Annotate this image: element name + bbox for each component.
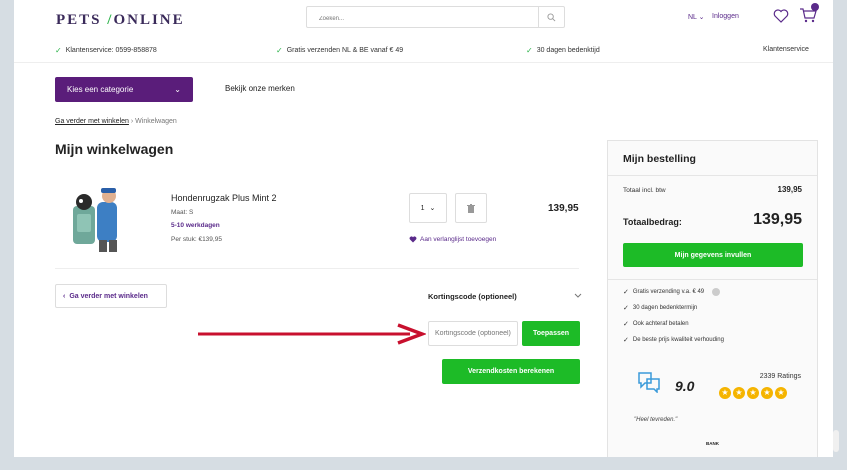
brands-link[interactable]: Bekijk onze merken [225, 84, 295, 93]
usp-return: ✓ 30 dagen bedenktijd [526, 46, 600, 55]
product-size: Maat: S [171, 209, 194, 216]
star-icon: ★ [775, 387, 787, 399]
product-image[interactable] [69, 184, 129, 254]
customer-service-link[interactable]: Klantenservice [763, 46, 809, 53]
product-price: 139,95 [548, 203, 579, 214]
check-icon: ✓ [623, 305, 629, 312]
star-icon: ★ [747, 387, 759, 399]
order-usp-text: De beste prijs kwaliteit verhouding [632, 337, 724, 343]
logo-text-left: PETS [56, 12, 102, 28]
breadcrumb-continue-link[interactable]: Ga verder met winkelen [55, 118, 129, 125]
order-usp: ✓ Ook achteraf betalen [623, 320, 689, 328]
heart-icon [409, 236, 417, 243]
page: PETS /ONLINE NL ⌄ Inloggen ✓Klantenservi… [14, 0, 833, 457]
rating-stars: ★ ★ ★ ★ ★ [719, 387, 787, 399]
checkout-button[interactable]: Mijn gegevens invullen [623, 243, 803, 267]
product-unit-price: Per stuk: €139,95 [171, 236, 222, 243]
logo[interactable]: PETS /ONLINE [56, 12, 185, 29]
order-usp-text: Ook achteraf betalen [632, 321, 689, 327]
product-name[interactable]: Hondenrugzak Plus Mint 2 [171, 193, 277, 203]
login-link[interactable]: Inloggen [712, 13, 739, 20]
language-label: NL [688, 14, 697, 21]
coupon-toggle[interactable]: Kortingscode (optioneel) [428, 292, 517, 301]
check-icon: ✓ [55, 46, 62, 55]
trash-icon [467, 203, 475, 213]
star-icon: ★ [733, 387, 745, 399]
divider [608, 175, 817, 176]
chevron-left-icon: ‹ [63, 292, 66, 300]
order-usp-text: 30 dagen bedenktermijn [632, 305, 698, 311]
search-button[interactable] [538, 7, 564, 27]
rating-score: 9.0 [675, 378, 695, 394]
continue-shopping-label: Ga verder met winkelen [69, 292, 148, 300]
arrow-annotation-icon [198, 323, 426, 345]
cart-badge [811, 3, 819, 11]
order-usp: ✓ 30 dagen bedenktermijn [623, 304, 697, 312]
divider [608, 279, 817, 280]
continue-shopping-button[interactable]: ‹ Ga verder met winkelen [55, 284, 167, 308]
quantity-select[interactable]: 1 ⌄ [409, 193, 447, 223]
star-icon: ★ [719, 387, 731, 399]
logo-text-right: ONLINE [113, 12, 185, 28]
scrollbar[interactable] [833, 430, 839, 452]
header: PETS /ONLINE NL ⌄ Inloggen [14, 0, 833, 34]
usp-text: Gratis verzenden NL & BE vanaf € 49 [286, 47, 404, 54]
check-icon: ✓ [623, 321, 629, 328]
chevron-down-icon[interactable] [574, 291, 582, 299]
remove-item-button[interactable] [455, 193, 487, 223]
wishlist-label: Aan verlanglijst toevoegen [420, 236, 497, 243]
total-label: Totaalbedrag: [623, 217, 682, 227]
check-icon: ✓ [623, 337, 629, 344]
breadcrumb: Ga verder met winkelen › Winkelwagen [55, 118, 177, 125]
order-usp: ✓ Gratis verzending v.a. € 49 [623, 288, 721, 296]
info-icon[interactable] [712, 288, 721, 296]
order-usp: ✓ De beste prijs kwaliteit verhouding [623, 336, 724, 344]
rating-count: 2339 Ratings [759, 373, 801, 380]
heart-icon[interactable] [773, 9, 789, 23]
search-bar [306, 6, 565, 29]
chevron-down-icon: ⌄ [698, 14, 705, 21]
star-icon: ★ [761, 387, 773, 399]
chevron-down-icon: ⌄ [174, 85, 181, 94]
review-quote: "Heel tevreden." [634, 417, 678, 423]
check-icon: ✓ [276, 46, 283, 55]
calculate-shipping-button[interactable]: Verzendkosten berekenen [442, 359, 580, 384]
page-title: Mijn winkelwagen [55, 141, 174, 157]
language-selector[interactable]: NL ⌄ [688, 13, 705, 21]
order-usp-text: Gratis verzending v.a. € 49 [632, 289, 705, 295]
product-delivery-time: 5-10 werkdagen [171, 222, 220, 229]
order-summary-panel: Mijn bestelling Totaal incl. btw 139,95 … [607, 140, 818, 457]
search-input[interactable] [307, 9, 527, 29]
bank-logo: BANK [706, 441, 719, 446]
kiyoh-logo-icon [638, 372, 660, 393]
category-button-label: Kies een categorie [67, 85, 134, 94]
check-icon: ✓ [623, 289, 629, 296]
search-icon [547, 12, 556, 21]
add-to-wishlist-link[interactable]: Aan verlanglijst toevoegen [409, 236, 496, 243]
usp-shipping: ✓ Gratis verzenden NL & BE vanaf € 49 [276, 46, 403, 55]
rating-widget[interactable]: 9.0 2339 Ratings ★ ★ ★ ★ ★ [623, 363, 803, 413]
quantity-value: 1 [420, 204, 425, 212]
divider [55, 268, 579, 269]
subtotal-value: 139,95 [777, 185, 802, 194]
total-value: 139,95 [753, 211, 802, 228]
coupon-code-input[interactable] [428, 321, 518, 346]
usp-text: Klantenservice: 0599-858878 [65, 47, 157, 54]
usp-service: ✓ Klantenservice: 0599-858878 [55, 46, 157, 55]
breadcrumb-current: Winkelwagen [135, 118, 177, 125]
apply-coupon-button[interactable]: Toepassen [522, 321, 580, 346]
divider [14, 62, 833, 63]
breadcrumb-separator: › [130, 118, 134, 125]
subtotal-label: Totaal incl. btw [623, 187, 666, 194]
category-button[interactable]: Kies een categorie ⌄ [55, 77, 193, 102]
order-summary-title: Mijn bestelling [623, 153, 696, 165]
chevron-down-icon: ⌄ [429, 205, 436, 212]
check-icon: ✓ [526, 46, 533, 55]
usp-text: 30 dagen bedenktijd [536, 47, 600, 54]
